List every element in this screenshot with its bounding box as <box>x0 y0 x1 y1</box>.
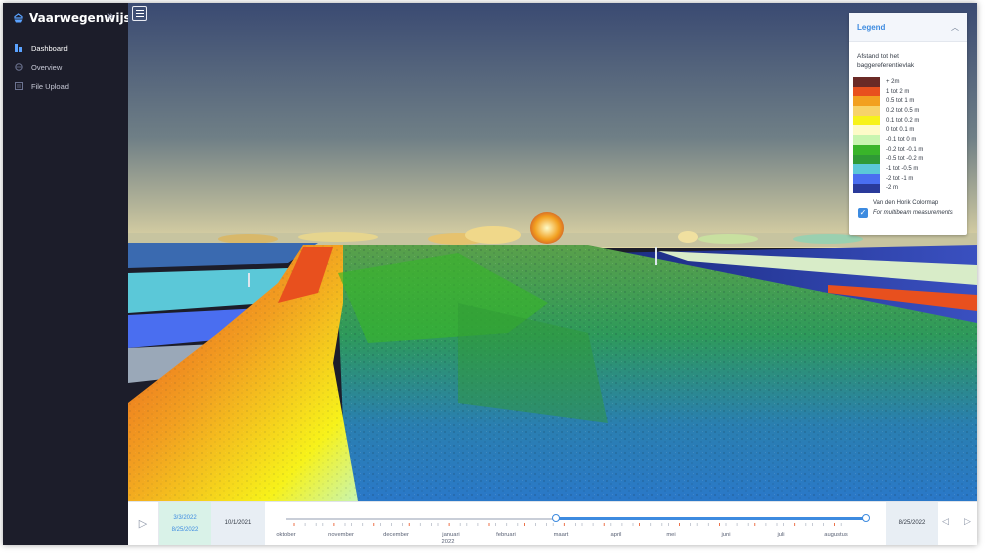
range-start-handle[interactable] <box>551 514 560 522</box>
dashboard-icon <box>15 44 22 52</box>
year-label: 2022 <box>441 539 455 545</box>
previous-button[interactable]: ◁ <box>942 516 949 527</box>
colormap-note: For multibeam measurements <box>873 210 953 216</box>
legend-row: -2 m <box>853 183 923 194</box>
legend-label: -0.1 tot 0 m <box>886 136 917 143</box>
legend-subtitle: Afstand tot het baggereferentievlak <box>857 53 915 69</box>
legend-label: -2 m <box>886 185 898 192</box>
month-label: februari <box>496 532 516 538</box>
colormap-checkbox[interactable]: ✓ <box>858 208 868 218</box>
timeline-start: 10/1/2021 <box>211 502 265 545</box>
sidebar-item-overview[interactable]: Overview <box>15 60 62 74</box>
colormap-label: Van den Horik Colormap <box>873 200 939 206</box>
legend-header[interactable]: Legend ︿ <box>849 13 967 42</box>
legend-row: 1 tot 2 m <box>853 86 923 97</box>
timeline-bar: ▷ 3/3/2022 8/25/2022 10/1/2021 oktober no… <box>128 501 977 545</box>
legend-label: -0.5 tot -0.2 m <box>886 156 924 163</box>
legend-row: -0.1 tot 0 m <box>853 135 923 145</box>
app-window: Vaarwegenwijs » Dashboard Overview File … <box>3 3 977 545</box>
legend-swatch <box>853 164 880 174</box>
legend-label: 0.5 tot 1 m <box>886 98 915 105</box>
legend-label: 0.2 tot 0.5 m <box>886 107 920 114</box>
month-label: augustus <box>824 532 848 538</box>
month-label: januari <box>442 532 460 538</box>
legend-swatch <box>853 86 880 97</box>
legend-row: -2 tot -1 m <box>853 173 923 184</box>
selected-range: 3/3/2022 8/25/2022 <box>159 502 211 545</box>
legend-label: 0.1 tot 0.2 m <box>886 117 920 124</box>
chevron-up-icon[interactable]: ︿ <box>951 22 959 33</box>
timeline-selection[interactable] <box>555 517 866 520</box>
globe-icon <box>15 63 23 71</box>
checkmark-icon: ✓ <box>859 208 867 217</box>
legend-label: 1 tot 2 m <box>886 88 910 95</box>
range-end-handle[interactable] <box>862 514 870 522</box>
legend-row: -1 tot -0.5 m <box>853 164 923 174</box>
legend-label: -2 tot -1 m <box>886 175 914 182</box>
layers-menu-button[interactable] <box>132 6 147 21</box>
month-label: april <box>610 532 622 538</box>
legend-row: 0.5 tot 1 m <box>853 96 923 107</box>
legend-row: 0.1 tot 0.2 m <box>853 115 923 126</box>
month-label: juli <box>777 532 785 538</box>
measurement-ticks <box>293 523 842 526</box>
legend-title: Legend <box>857 22 886 32</box>
legend-row: -0.2 tot -0.1 m <box>853 144 924 155</box>
legend-swatch <box>853 144 880 155</box>
range-start-date: 3/3/2022 <box>173 515 197 521</box>
range-end-date: 8/25/2022 <box>171 527 199 533</box>
legend-swatch <box>853 77 880 87</box>
month-label: maart <box>553 532 569 538</box>
point-cloud-viewer[interactable]: Legend ︿ Afstand tot het baggereferentie… <box>128 3 977 501</box>
sidebar: Vaarwegenwijs » Dashboard Overview File … <box>3 3 131 545</box>
legend-label: -1 tot -0.5 m <box>886 166 919 173</box>
play-icon: ▷ <box>138 518 148 530</box>
sidebar-item-dashboard[interactable]: Dashboard <box>15 41 68 55</box>
play-button[interactable]: ▷ <box>128 502 159 545</box>
sidebar-item-label: Dashboard <box>31 43 68 53</box>
legend-swatch <box>853 125 880 136</box>
sidebar-item-label: File Upload <box>31 81 69 91</box>
sidebar-item-file-upload[interactable]: File Upload <box>15 79 69 93</box>
collapse-sidebar-button[interactable]: » <box>107 10 113 22</box>
legend-swatch <box>853 173 880 184</box>
month-label: november <box>328 532 354 538</box>
legend-label: -0.2 tot -0.1 m <box>886 146 924 153</box>
legend-swatch <box>853 96 880 107</box>
month-label: mei <box>666 532 676 538</box>
month-label: oktober <box>276 532 296 538</box>
legend-row: 0.2 tot 0.5 m <box>853 106 923 116</box>
legend-swatch <box>853 106 880 116</box>
legend-row: 0 tot 0.1 m <box>853 125 923 136</box>
timeline-end: 8/25/2022 <box>886 502 938 545</box>
file-icon <box>15 82 23 90</box>
sidebar-item-label: Overview <box>31 62 63 72</box>
legend-panel: Legend ︿ Afstand tot het baggereferentie… <box>849 13 967 235</box>
legend-swatch <box>853 154 880 165</box>
step-back-icon: ◁ <box>942 516 949 526</box>
ship-logo-icon <box>14 12 23 22</box>
step-forward-icon: ▷ <box>964 516 971 526</box>
next-button[interactable]: ▷ <box>964 516 971 527</box>
legend-swatch <box>853 115 880 126</box>
legend-swatch <box>853 183 880 194</box>
legend-swatch <box>853 135 880 145</box>
timeline-end-date: 8/25/2022 <box>898 520 926 526</box>
timeline-start-date: 10/1/2021 <box>224 520 252 526</box>
legend-label: 0 tot 0.1 m <box>886 127 915 134</box>
legend-row: -0.5 tot -0.2 m <box>853 154 924 165</box>
app-title: Vaarwegenwijs <box>29 11 131 25</box>
month-label: juni <box>721 532 731 538</box>
legend-row: + 2m <box>853 77 923 87</box>
month-label: december <box>383 532 409 538</box>
legend-label: + 2m <box>886 78 900 85</box>
legend-entries: + 2m 1 tot 2 m 0.5 tot 1 m 0.2 tot 0.5 m 0.1… <box>853 77 924 194</box>
